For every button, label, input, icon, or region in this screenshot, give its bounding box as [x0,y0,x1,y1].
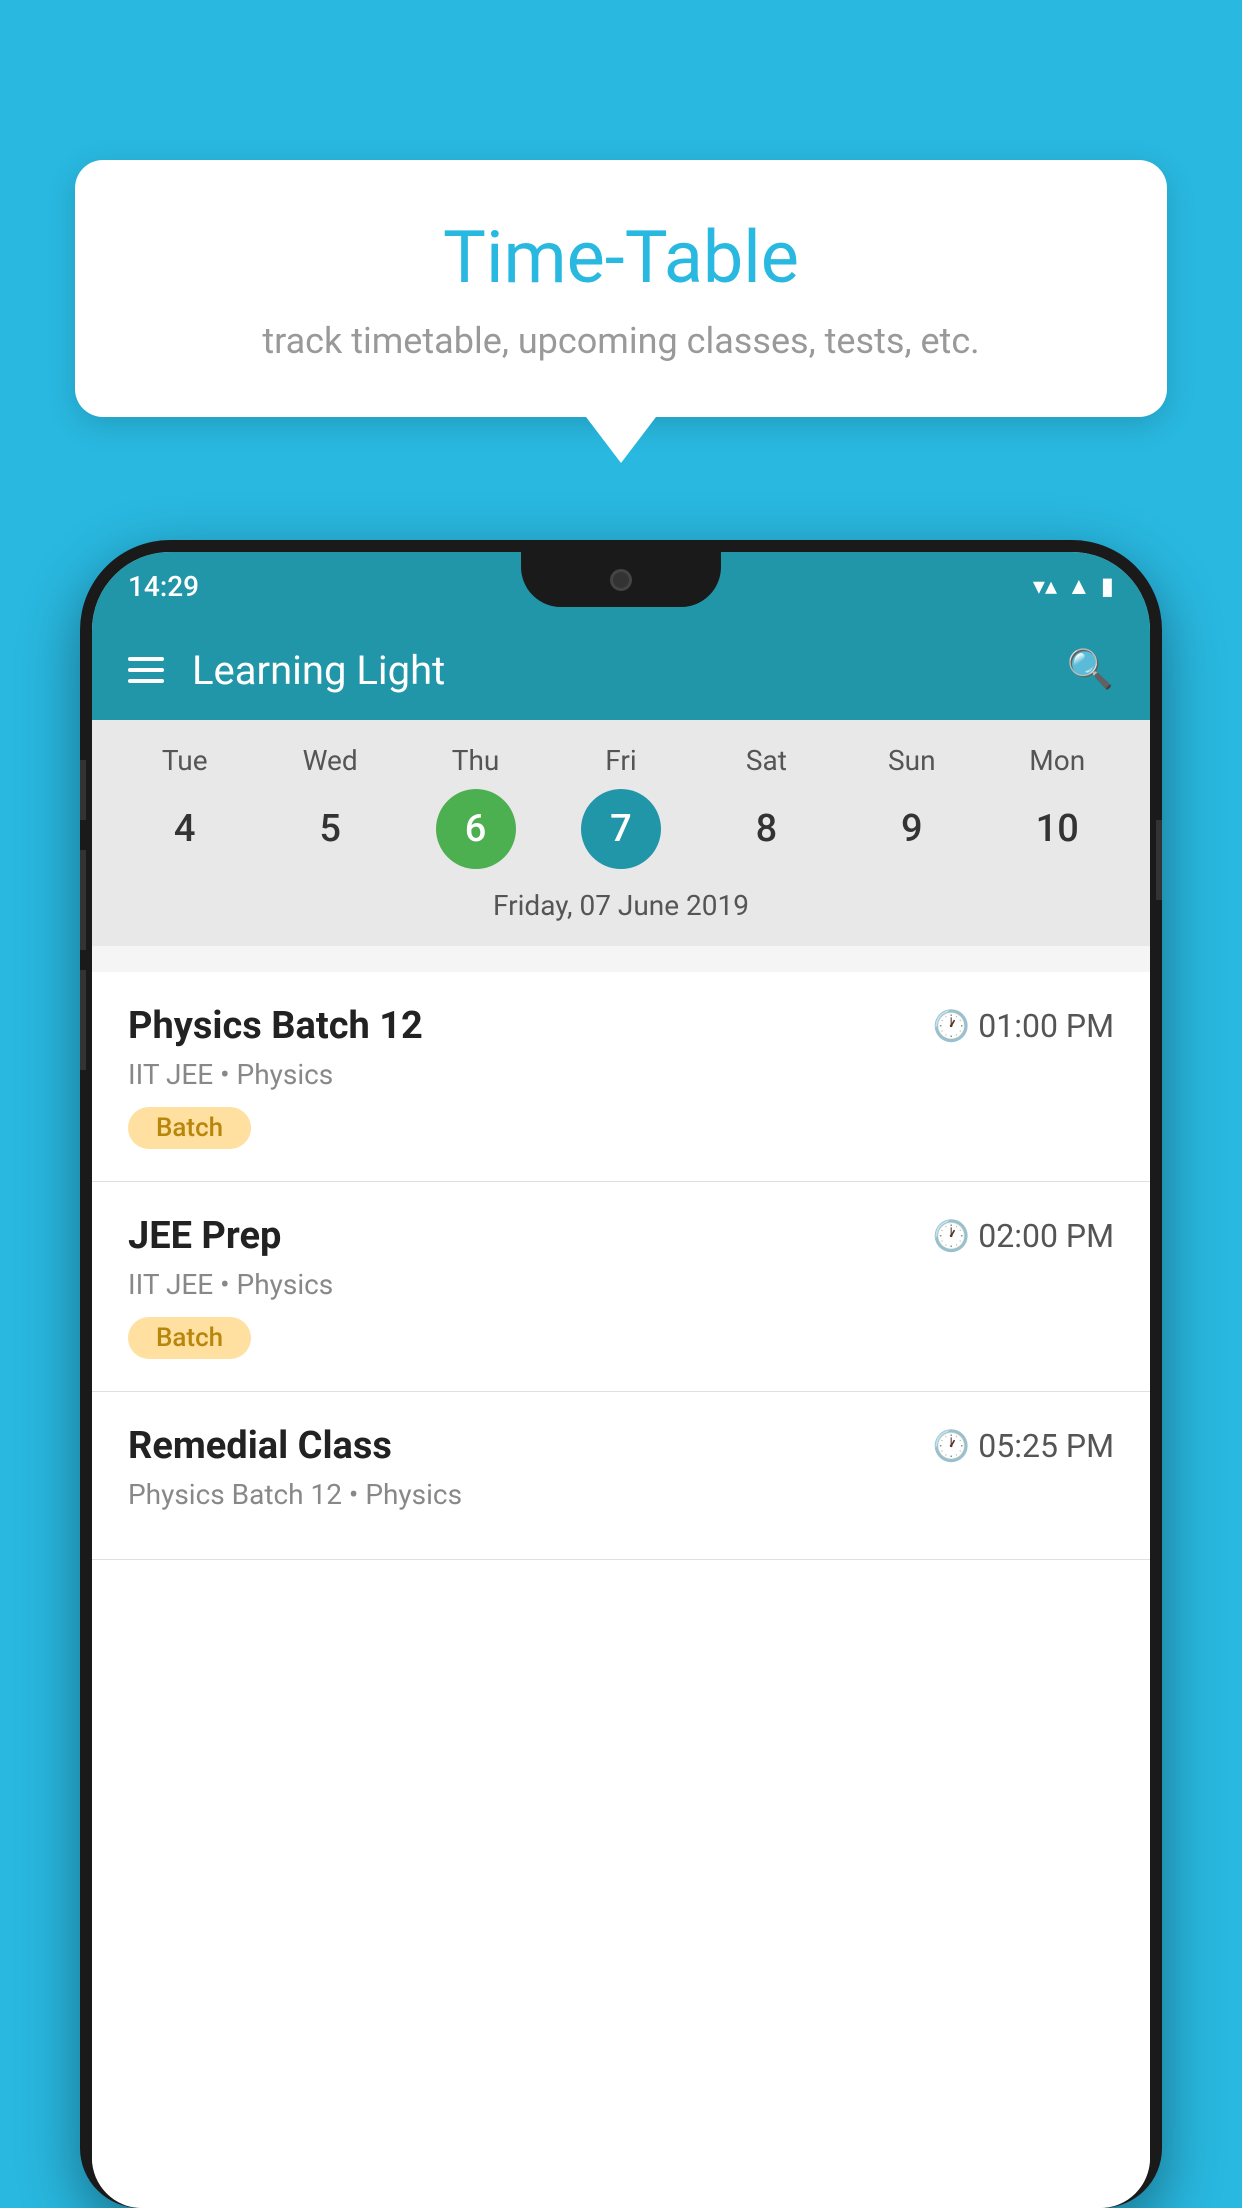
batch-badge-1: Batch [128,1107,251,1149]
schedule-time-1: 🕐 01:00 PM [933,1007,1114,1045]
schedule-meta-1: IIT JEE • Physics [128,1058,1114,1091]
tooltip-title: Time-Table [135,215,1107,300]
schedule-item-2-header: JEE Prep 🕐 02:00 PM [128,1214,1114,1258]
schedule-item-1-header: Physics Batch 12 🕐 01:00 PM [128,1004,1114,1048]
wifi-icon: ▾▴ [1033,572,1057,600]
day-header-mon: Mon [1007,744,1107,777]
day-7-selected[interactable]: 7 [581,789,661,869]
silent-button [80,970,86,1070]
tooltip-subtitle: track timetable, upcoming classes, tests… [135,320,1107,362]
schedule-list: Physics Batch 12 🕐 01:00 PM IIT JEE • Ph… [92,972,1150,2208]
camera [610,569,632,591]
search-icon[interactable]: 🔍 [1067,648,1114,692]
clock-icon-3: 🕐 [933,1429,970,1464]
schedule-meta-2: IIT JEE • Physics [128,1268,1114,1301]
schedule-item-3[interactable]: Remedial Class 🕐 05:25 PM Physics Batch … [92,1392,1150,1560]
status-icons: ▾▴ ▲ ▮ [1033,572,1114,601]
schedule-name-3: Remedial Class [128,1424,392,1468]
day-6-today[interactable]: 6 [436,789,516,869]
batch-badge-2: Batch [128,1317,251,1359]
day-header-sun: Sun [862,744,962,777]
signal-icon: ▲ [1067,572,1091,601]
day-headers: Tue Wed Thu Fri Sat Sun Mon [92,744,1150,777]
schedule-name-1: Physics Batch 12 [128,1004,423,1048]
calendar-strip: Tue Wed Thu Fri Sat Sun Mon 4 5 6 7 8 9 … [92,720,1150,946]
day-numbers: 4 5 6 7 8 9 10 [92,789,1150,869]
day-header-tue: Tue [135,744,235,777]
day-header-thu: Thu [426,744,526,777]
menu-icon[interactable] [128,657,164,683]
schedule-item-2[interactable]: JEE Prep 🕐 02:00 PM IIT JEE • Physics Ba… [92,1182,1150,1392]
tooltip-card: Time-Table track timetable, upcoming cla… [75,160,1167,417]
day-header-sat: Sat [716,744,816,777]
schedule-name-2: JEE Prep [128,1214,281,1258]
schedule-item-3-header: Remedial Class 🕐 05:25 PM [128,1424,1114,1468]
day-8[interactable]: 8 [726,789,806,869]
day-10[interactable]: 10 [1017,789,1097,869]
status-time: 14:29 [128,570,199,603]
day-4[interactable]: 4 [145,789,225,869]
schedule-item-1[interactable]: Physics Batch 12 🕐 01:00 PM IIT JEE • Ph… [92,972,1150,1182]
phone-frame: 14:29 ▾▴ ▲ ▮ Learning Light 🔍 Tue Wed Th… [80,540,1162,2208]
day-header-wed: Wed [280,744,380,777]
day-9[interactable]: 9 [872,789,952,869]
schedule-time-2: 🕐 02:00 PM [933,1217,1114,1255]
notch [521,552,721,607]
selected-date-label: Friday, 07 June 2019 [92,881,1150,938]
battery-icon: ▮ [1101,572,1114,600]
app-bar: Learning Light 🔍 [92,620,1150,720]
app-title: Learning Light [192,647,1067,694]
volume-up-button [80,760,86,820]
phone-screen: 14:29 ▾▴ ▲ ▮ Learning Light 🔍 Tue Wed Th… [92,552,1150,2208]
power-button [1156,820,1162,900]
clock-icon-2: 🕐 [933,1219,970,1254]
schedule-time-3: 🕐 05:25 PM [933,1427,1114,1465]
schedule-meta-3: Physics Batch 12 • Physics [128,1478,1114,1511]
day-5[interactable]: 5 [290,789,370,869]
volume-down-button [80,850,86,950]
clock-icon-1: 🕐 [933,1009,970,1044]
day-header-fri: Fri [571,744,671,777]
